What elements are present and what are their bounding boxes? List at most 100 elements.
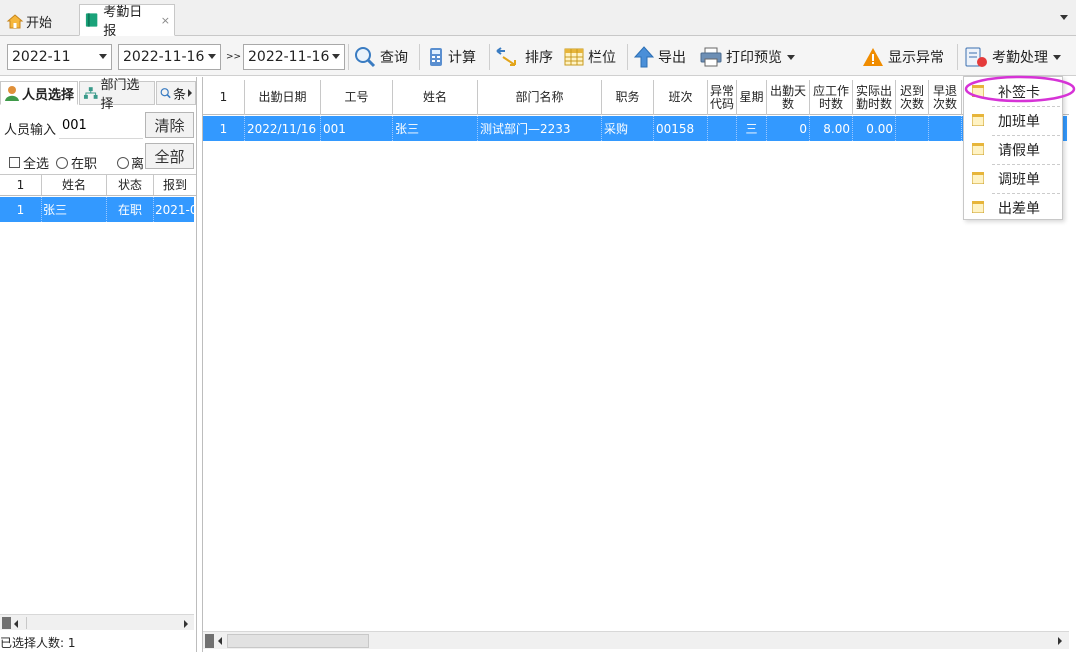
all-button[interactable]: 全部 [145, 143, 194, 169]
chevron-left-icon[interactable] [218, 637, 222, 645]
tab-person-select[interactable]: 人员选择 [0, 81, 78, 105]
book-icon [85, 13, 98, 27]
arrow-up-icon [634, 46, 654, 68]
checkbox-icon [9, 157, 20, 168]
menu-item-label: 出差单 [998, 200, 1040, 217]
sort-icon [496, 47, 516, 66]
column-header[interactable]: 1 [0, 175, 42, 195]
menu-item-shift-change[interactable]: 调班单 [964, 164, 1064, 193]
grid-cell [708, 116, 737, 141]
select-all-checkbox[interactable]: 全选 [9, 153, 49, 172]
menu-item-business-trip[interactable]: 出差单 [964, 193, 1064, 222]
print-preview-button[interactable]: 打印预览 [700, 42, 795, 72]
scrollbar-thumb[interactable] [2, 617, 11, 629]
attendance-grid: 1 出勤日期 工号 姓名 部门名称 职务 班次 异常 代码 星期 出勤天 数应工作 时数 实际出 勤… [202, 77, 1070, 652]
column-header[interactable]: 应工作 时数 [810, 80, 853, 115]
month-select[interactable]: 2022-11 [7, 44, 112, 70]
chevron-down-icon[interactable] [1060, 15, 1068, 20]
column-header[interactable]: 出勤天 数 [767, 80, 810, 115]
column-header[interactable]: 早退 次数 [929, 80, 962, 115]
show-abnormal-label: 显示异常 [888, 50, 944, 66]
show-abnormal-button[interactable]: 显示异常 [862, 42, 944, 72]
chevron-right-icon [188, 89, 192, 97]
search-icon [160, 88, 171, 99]
grid-cell: 001 [321, 116, 393, 141]
tab-daily-report[interactable]: 考勤日报 × [79, 4, 175, 39]
date-from-select[interactable]: 2022-11-16 [118, 44, 221, 70]
filter-active-radio[interactable]: 在职 [56, 153, 97, 172]
attendance-grid-header: 1 出勤日期 工号 姓名 部门名称 职务 班次 异常 代码 星期 出勤天 数应工作 时数 实际出 勤… [203, 80, 1069, 115]
column-header[interactable]: 部门名称 [478, 80, 602, 115]
column-header[interactable]: 实际出 勤时数 [853, 80, 896, 115]
table-row[interactable]: 1 2022/11/16 001 张三 测试部门—2233 采购 00158 三 0 8.00 0.… [203, 116, 1067, 141]
toolbar-divider [348, 44, 349, 70]
column-header[interactable]: 1 [203, 80, 245, 115]
columns-button[interactable]: 栏位 [564, 42, 616, 72]
query-label: 查询 [380, 50, 408, 66]
horizontal-scrollbar[interactable] [0, 614, 194, 630]
grid-cell [929, 116, 962, 141]
toolbar-divider [489, 44, 490, 70]
column-header[interactable]: 工号 [321, 80, 393, 115]
tab-department-select[interactable]: 部门选择 [79, 78, 155, 112]
grid-cell: 00158 [654, 116, 708, 141]
clear-button[interactable]: 清除 [145, 112, 194, 138]
close-icon[interactable]: × [161, 14, 170, 27]
export-button[interactable]: 导出 [634, 42, 686, 72]
column-header[interactable]: 星期 [737, 80, 767, 115]
person-panel: 人员选择 部门选择 条 人员输入 清除 全部 全选 在职 离 1 姓名 状态 报… [0, 77, 197, 652]
column-header[interactable]: 职务 [602, 80, 654, 115]
chevron-down-icon [332, 54, 340, 59]
person-input[interactable] [59, 113, 143, 139]
chevron-right-icon[interactable] [184, 620, 188, 628]
column-header[interactable]: 班次 [654, 80, 708, 115]
toolbar-divider [957, 44, 958, 70]
chevron-down-icon [787, 54, 795, 60]
column-header[interactable]: 迟到 次数 [896, 80, 929, 115]
selected-count: 已选择人数: 1 [0, 636, 76, 650]
horizontal-scrollbar[interactable] [203, 631, 1069, 649]
tab-daily-report-label: 考勤日报 [103, 5, 143, 39]
org-chart-icon [83, 87, 98, 99]
column-header[interactable]: 报到 [154, 175, 196, 195]
person-name-cell: 张三 [42, 197, 107, 222]
column-header[interactable]: 出勤日期 [245, 80, 321, 115]
menu-item-label: 调班单 [998, 171, 1040, 188]
menu-item-label: 加班单 [998, 113, 1040, 130]
highlight-ellipse [964, 75, 1076, 103]
person-grid-header: 1 姓名 状态 报到 [0, 174, 196, 196]
column-header[interactable]: 异常 代码 [708, 80, 737, 115]
sort-label: 排序 [525, 50, 553, 66]
range-separator: >> [226, 52, 242, 62]
document-icon [972, 172, 984, 184]
menu-item-leave[interactable]: 请假单 [964, 135, 1064, 164]
grid-cell: 张三 [393, 116, 478, 141]
calculate-label: 计算 [448, 50, 476, 66]
grid-cell: 0 [767, 116, 810, 141]
grid-cell: 1 [203, 116, 245, 141]
query-button[interactable]: 查询 [354, 42, 408, 72]
tab-person-select-label: 人员选择 [22, 87, 75, 103]
table-row[interactable]: 1 张三 在职 2021-0 [0, 197, 194, 222]
filter-left-radio[interactable]: 离 [117, 153, 144, 172]
menu-item-overtime[interactable]: 加班单 [964, 106, 1064, 135]
column-header[interactable]: 状态 [107, 175, 154, 195]
attendance-process-button[interactable]: 考勤处理 [964, 42, 1061, 72]
search-icon [355, 47, 376, 68]
chevron-left-icon[interactable] [14, 620, 18, 628]
scrollbar-track-thumb[interactable] [227, 634, 369, 648]
document-icon [972, 143, 984, 155]
tab-condition[interactable]: 条 [156, 81, 196, 105]
tab-start[interactable]: 开始 [2, 8, 56, 34]
month-value: 2022-11 [12, 49, 71, 65]
date-to-select[interactable]: 2022-11-16 [243, 44, 345, 70]
calculate-button[interactable]: 计算 [428, 42, 476, 72]
scrollbar-thumb[interactable] [205, 634, 214, 648]
grid-cell: 三 [737, 116, 767, 141]
column-header[interactable]: 姓名 [42, 175, 107, 195]
column-header[interactable]: 姓名 [393, 80, 478, 115]
sort-button[interactable]: 排序 [495, 42, 553, 72]
chevron-down-icon [208, 54, 216, 59]
person-input-label: 人员输入 [4, 123, 57, 138]
chevron-right-icon[interactable] [1058, 637, 1062, 645]
